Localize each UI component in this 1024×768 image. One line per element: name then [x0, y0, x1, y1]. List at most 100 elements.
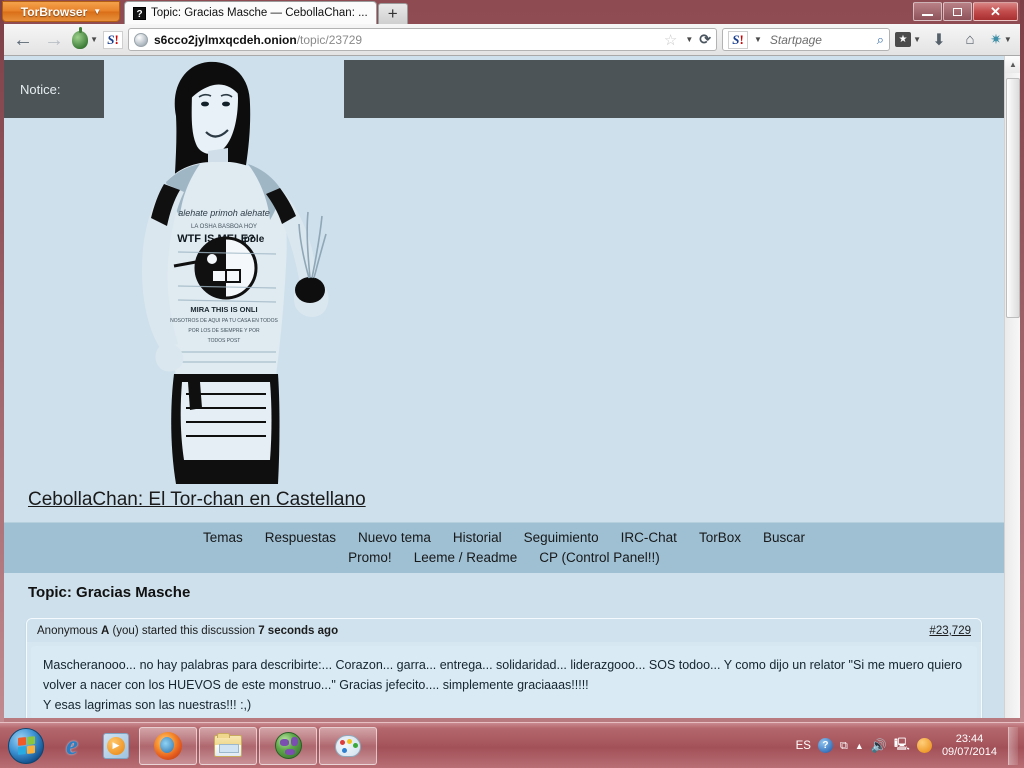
monitor-icon[interactable]: 🖳: [894, 735, 910, 756]
notice-label: Notice:: [20, 81, 61, 97]
vertical-scrollbar[interactable]: ▲: [1004, 56, 1020, 718]
language-indicator[interactable]: ES: [796, 740, 811, 752]
reload-icon[interactable]: ⟳: [699, 31, 711, 48]
chevron-down-icon[interactable]: ▼: [685, 35, 693, 44]
window-frame-right: [1020, 0, 1024, 722]
taskbar-item-tor-browser[interactable]: [259, 726, 317, 765]
tab-topic-gracias-masche[interactable]: ? Topic: Gracias Masche — CebollaChan: .…: [124, 1, 377, 24]
clock-time: 23:44: [955, 732, 984, 745]
url-text: s6cco2jylmxqcdeh.onion/topic/23729: [154, 33, 658, 47]
show-hidden-icons-icon[interactable]: ▲: [855, 741, 864, 751]
search-bar[interactable]: S! ▼ Startpage ⌕: [722, 28, 890, 51]
site-title-link[interactable]: CebollaChan: El Tor-chan en Castellano: [28, 489, 366, 511]
firefox-icon: [154, 731, 182, 760]
svg-text:POR LOS DE SIEMPRE Y POR: POR LOS DE SIEMPRE Y POR: [188, 328, 260, 334]
page-title: Topic: Gracias Masche: [28, 584, 191, 601]
post-permalink[interactable]: #23,729: [929, 625, 971, 637]
nav-item-buscar[interactable]: Buscar: [763, 528, 805, 548]
nav-item-control-panel[interactable]: CP (Control Panel!!): [539, 548, 660, 568]
bookmarks-button[interactable]: ★ ▼: [895, 28, 921, 52]
show-desktop-button[interactable]: [1008, 726, 1018, 765]
nav-item-torbox[interactable]: TorBox: [699, 528, 741, 548]
bookmark-icon: ★: [895, 32, 912, 47]
post-container: Anonymous A (you) started this discussio…: [26, 618, 982, 718]
back-button[interactable]: ←: [10, 28, 36, 52]
start-button[interactable]: [2, 726, 50, 766]
title-bar: TorBrowser ▼ ? Topic: Gracias Masche — C…: [0, 0, 1024, 24]
close-button[interactable]: ✕: [973, 2, 1018, 21]
system-tray: ES ? ⧉ ▲ 🔊 🖳 23:44 09/07/2014: [796, 726, 1024, 765]
search-engine-icon[interactable]: S!: [728, 30, 748, 49]
onion-icon: [72, 26, 89, 49]
startpage-letter: S: [107, 31, 115, 47]
taskbar-item-windows-explorer[interactable]: [199, 726, 257, 765]
clock[interactable]: 23:44 09/07/2014: [939, 733, 997, 759]
tab-strip: ? Topic: Gracias Masche — CebollaChan: .…: [124, 0, 408, 24]
download-icon: ⬇: [932, 31, 946, 49]
post-body: Mascheranooo... no hay palabras para des…: [31, 646, 977, 718]
maximize-icon: [953, 7, 962, 16]
post-you-marker: (you): [112, 624, 139, 637]
address-bar[interactable]: s6cco2jylmxqcdeh.onion/topic/23729 ☆ ▼ ⟳: [128, 28, 717, 51]
minimize-icon: [922, 13, 933, 16]
globe-icon: [134, 32, 148, 47]
paint-palette-icon: [335, 734, 361, 757]
url-path: /topic/23729: [296, 32, 363, 47]
downloads-button[interactable]: ⬇: [926, 28, 952, 52]
chevron-down-icon: ▼: [93, 6, 102, 16]
post-header: Anonymous A (you) started this discussio…: [27, 619, 981, 642]
page-viewport: Notice: alehate primoh alehate LA OSHA B…: [4, 56, 1020, 718]
nav-item-temas[interactable]: Temas: [203, 528, 243, 548]
torbutton-settings[interactable]: ✷ ▼: [988, 28, 1014, 52]
svg-text:alehate primoh alehate: alehate primoh alehate: [178, 208, 270, 218]
play-glyph: ▶: [107, 736, 125, 755]
window-controls: ✕: [913, 2, 1018, 21]
chevron-down-icon[interactable]: ▼: [754, 35, 762, 44]
taskbar-item-windows-media-player[interactable]: ▶: [94, 726, 138, 766]
post-action-text: started this discussion: [141, 624, 255, 637]
torbutton-menu[interactable]: ▼: [72, 26, 98, 52]
scrollbar-thumb[interactable]: [1006, 78, 1020, 318]
post-meta: Anonymous A (you) started this discussio…: [37, 625, 338, 637]
svg-text:MIRA THIS IS ONLI: MIRA THIS IS ONLI: [190, 305, 257, 314]
windows-taskbar: e ▶ ES ? ⧉ ▲ 🔊 🖳 23:44 09/07/2014: [0, 722, 1024, 768]
nav-item-irc-chat[interactable]: IRC-Chat: [621, 528, 677, 548]
startpage-shortcut-icon[interactable]: S!: [103, 30, 123, 49]
chevron-down-icon: ▼: [90, 35, 98, 44]
svg-text:pole: pole: [244, 234, 265, 245]
tor-tray-icon[interactable]: [916, 738, 932, 753]
maximize-button[interactable]: [943, 2, 972, 21]
app-menu-label: TorBrowser: [20, 4, 88, 19]
post-body-line-1: Mascheranooo... no hay palabras para des…: [43, 658, 963, 692]
home-button[interactable]: ⌂: [957, 28, 983, 52]
new-tab-button[interactable]: +: [377, 3, 408, 24]
volume-icon[interactable]: 🔊: [871, 738, 887, 754]
forward-button[interactable]: →: [41, 28, 67, 52]
globe-icon: [274, 732, 302, 759]
nav-item-leeme-readme[interactable]: Leeme / Readme: [414, 548, 518, 568]
post-timestamp: 7 seconds ago: [258, 624, 339, 637]
nav-item-promo[interactable]: Promo!: [348, 548, 392, 568]
chevron-down-icon: ▼: [913, 35, 921, 44]
bookmark-star-icon[interactable]: ☆: [664, 31, 677, 49]
cebollachan-girl-onion-illustration: alehate primoh alehate LA OSHA BASBOA HO…: [104, 56, 344, 484]
startpage-exclaim: !: [114, 31, 119, 47]
windows-logo-icon: [8, 727, 44, 764]
taskbar-item-firefox[interactable]: [139, 726, 197, 765]
search-input[interactable]: Startpage: [766, 33, 873, 47]
nav-item-historial[interactable]: Historial: [453, 528, 502, 548]
taskbar-item-internet-explorer[interactable]: e: [50, 726, 94, 766]
search-icon[interactable]: ⌕: [877, 32, 884, 48]
nav-item-seguimiento[interactable]: Seguimiento: [524, 528, 599, 548]
minimize-button[interactable]: [913, 2, 942, 21]
nav-item-respuestas[interactable]: Respuestas: [265, 528, 336, 548]
internet-explorer-icon: e: [66, 730, 78, 760]
scroll-up-button[interactable]: ▲: [1005, 56, 1020, 73]
help-icon[interactable]: ?: [817, 738, 833, 753]
browser-window: TorBrowser ▼ ? Topic: Gracias Masche — C…: [0, 0, 1024, 722]
nav-item-nuevo-tema[interactable]: Nuevo tema: [358, 528, 431, 548]
network-icon[interactable]: ⧉: [840, 740, 848, 751]
post-author-tag: A: [100, 624, 110, 637]
taskbar-item-paint[interactable]: [319, 726, 377, 765]
app-menu-button[interactable]: TorBrowser ▼: [2, 1, 120, 22]
